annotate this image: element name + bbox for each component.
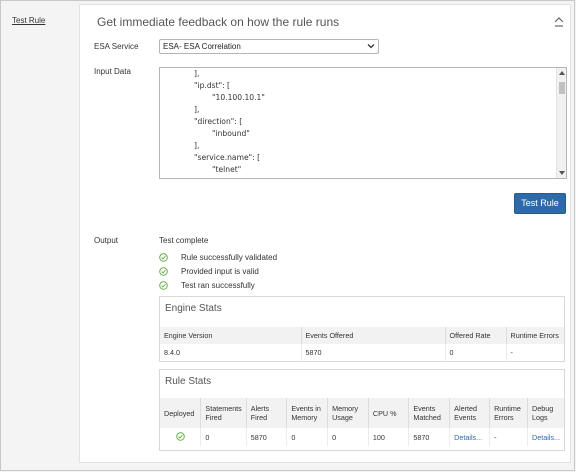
code-line: "ip.dst": [ [194, 81, 231, 90]
code-line: "direction": [ [194, 117, 243, 126]
table-cell: 0 [327, 428, 369, 446]
column-header: Offered Rate [445, 327, 507, 344]
check-circle-icon [159, 281, 168, 290]
deployed-cell [160, 428, 202, 446]
esa-service-value: ESA- ESA Correlation [163, 42, 241, 51]
table-cell: 0 [286, 428, 329, 446]
column-header: Events Matched [408, 398, 451, 428]
engine-stats-box: Engine Stats Engine Version Events Offer… [159, 296, 565, 362]
input-data-scrollbar[interactable] [556, 68, 566, 178]
rule-stats-box: Rule Stats Deployed Statements Fired Aler… [159, 369, 565, 451]
column-header: Runtime Errors [489, 398, 529, 428]
table-row: 8.4.0 5870 0 - [160, 344, 564, 361]
check-item-label: Rule successfully validated [181, 253, 278, 262]
side-nav-test-rule[interactable]: Test Rule [12, 16, 45, 25]
code-line: "service.name": [ [194, 153, 261, 162]
code-line: ], [194, 177, 199, 178]
table-cell: 0 [200, 428, 247, 446]
alerted-events-details-link[interactable]: Details... [449, 428, 491, 446]
column-header: Events in Memory [286, 398, 329, 428]
esa-service-label: ESA Service [94, 42, 139, 51]
code-line: ], [194, 105, 200, 114]
scroll-thumb[interactable] [559, 82, 565, 94]
table-cell: 100 [368, 428, 410, 446]
table-cell: 0 [445, 344, 507, 361]
column-header: Alerts Fired [246, 398, 288, 428]
code-line: "10.100.10.1" [212, 93, 265, 102]
check-item: Test ran successfully [159, 281, 255, 290]
table-cell: - [510, 348, 513, 357]
test-rule-panel: Get immediate feedback on how the rule r… [79, 4, 571, 463]
column-header: Alerted Events [449, 398, 491, 428]
code-line: "inbound" [212, 129, 250, 138]
column-header: Deployed [160, 398, 202, 428]
code-line: ], [194, 141, 200, 150]
column-header: CPU % [368, 398, 410, 428]
table-cell: 8.4.0 [160, 344, 302, 361]
code-line: ], [194, 69, 200, 78]
table-header-row: Deployed Statements Fired Alerts Fired Eve… [160, 398, 564, 428]
input-data-textarea[interactable]: ], "ip.dst": [ "10.100.10.1" ], "directi… [159, 67, 567, 179]
check-item-label: Provided input is valid [181, 267, 259, 276]
esa-service-select[interactable]: ESA- ESA Correlation [159, 39, 379, 54]
column-header: Engine Version [160, 327, 302, 344]
chevron-down-icon [367, 44, 375, 49]
column-header: Statements Fired [200, 398, 247, 428]
chevron-up-icon[interactable] [554, 15, 564, 29]
column-header: Memory Usage [327, 398, 369, 428]
table-cell: - [489, 428, 529, 446]
test-status: Test complete [159, 236, 209, 245]
test-rule-button[interactable]: Test Rule [514, 193, 566, 214]
check-item: Provided input is valid [159, 267, 259, 276]
column-header: Events Offered [301, 327, 446, 344]
check-item: Rule successfully validated [159, 253, 277, 262]
check-circle-icon [159, 253, 168, 262]
table-cell: 5870 [408, 428, 451, 446]
column-header: Debug Logs [527, 398, 564, 428]
engine-stats-title: Engine Stats [165, 303, 222, 314]
code-line: "telnet" [212, 165, 242, 174]
scroll-down-arrow-icon[interactable] [559, 171, 565, 175]
rule-stats-title: Rule Stats [165, 376, 212, 387]
debug-logs-details-link[interactable]: Details... [528, 428, 564, 446]
engine-stats-table: Engine Version Events Offered Offered Ra… [160, 327, 564, 361]
input-data-code: ], "ip.dst": [ "10.100.10.1" ], "directi… [160, 68, 556, 178]
check-circle-icon [159, 267, 168, 276]
input-data-label: Input Data [94, 67, 131, 76]
table-header-row: Engine Version Events Offered Offered Ra… [160, 327, 564, 344]
column-header: Runtime Errors [506, 327, 564, 344]
rule-stats-table: Deployed Statements Fired Alerts Fired Eve… [160, 398, 564, 446]
table-row: 0 5870 0 0 100 5870 Details... - Details… [160, 428, 564, 446]
check-item-label: Test ran successfully [181, 281, 255, 290]
panel-heading: Get immediate feedback on how the rule r… [97, 15, 340, 29]
check-circle-icon [175, 431, 185, 441]
table-cell: 5870 [301, 344, 446, 361]
output-label: Output [94, 236, 119, 245]
table-cell: 5870 [246, 428, 288, 446]
scroll-up-arrow-icon[interactable] [559, 71, 565, 75]
